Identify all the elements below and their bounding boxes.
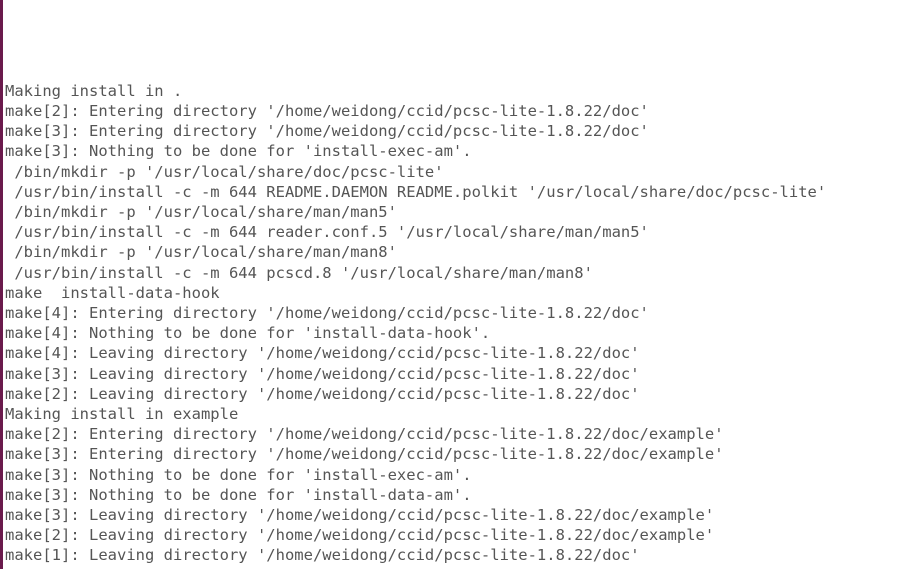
terminal-line: make[4]: Nothing to be done for 'install…	[5, 323, 914, 343]
terminal-line: make[3]: Leaving directory '/home/weidon…	[5, 364, 914, 384]
terminal-line: /usr/bin/install -c -m 644 README.DAEMON…	[5, 182, 914, 202]
terminal-line: make[3]: Nothing to be done for 'install…	[5, 485, 914, 505]
terminal-line: /usr/bin/install -c -m 644 pcscd.8 '/usr…	[5, 263, 914, 283]
terminal-line: make[3]: Entering directory '/home/weido…	[5, 444, 914, 464]
terminal-line: make[2]: Leaving directory '/home/weidon…	[5, 384, 914, 404]
terminal-line: make[3]: Nothing to be done for 'install…	[5, 465, 914, 485]
terminal-line: make[1]: Leaving directory '/home/weidon…	[5, 545, 914, 565]
terminal-line: make[3]: Entering directory '/home/weido…	[5, 121, 914, 141]
terminal-line: make[2]: Leaving directory '/home/weidon…	[5, 525, 914, 545]
terminal-line: Making install in example	[5, 404, 914, 424]
terminal-output[interactable]: Making install in .make[2]: Entering dir…	[5, 81, 914, 569]
terminal-line: /bin/mkdir -p '/usr/local/share/man/man8…	[5, 242, 914, 262]
terminal-line: /bin/mkdir -p '/usr/local/share/man/man5…	[5, 202, 914, 222]
terminal-line: make[3]: Nothing to be done for 'install…	[5, 141, 914, 161]
terminal-line: make[2]: Entering directory '/home/weido…	[5, 101, 914, 121]
terminal-line: Making install in .	[5, 81, 914, 101]
terminal-line: make[3]: Leaving directory '/home/weidon…	[5, 505, 914, 525]
terminal-line: make[4]: Leaving directory '/home/weidon…	[5, 343, 914, 363]
terminal-line: /bin/mkdir -p '/usr/local/share/doc/pcsc…	[5, 162, 914, 182]
terminal-line: /usr/bin/install -c -m 644 reader.conf.5…	[5, 222, 914, 242]
terminal-line: make[2]: Entering directory '/home/weido…	[5, 424, 914, 444]
terminal-line: make install-data-hook	[5, 283, 914, 303]
terminal-line: make[4]: Entering directory '/home/weido…	[5, 303, 914, 323]
